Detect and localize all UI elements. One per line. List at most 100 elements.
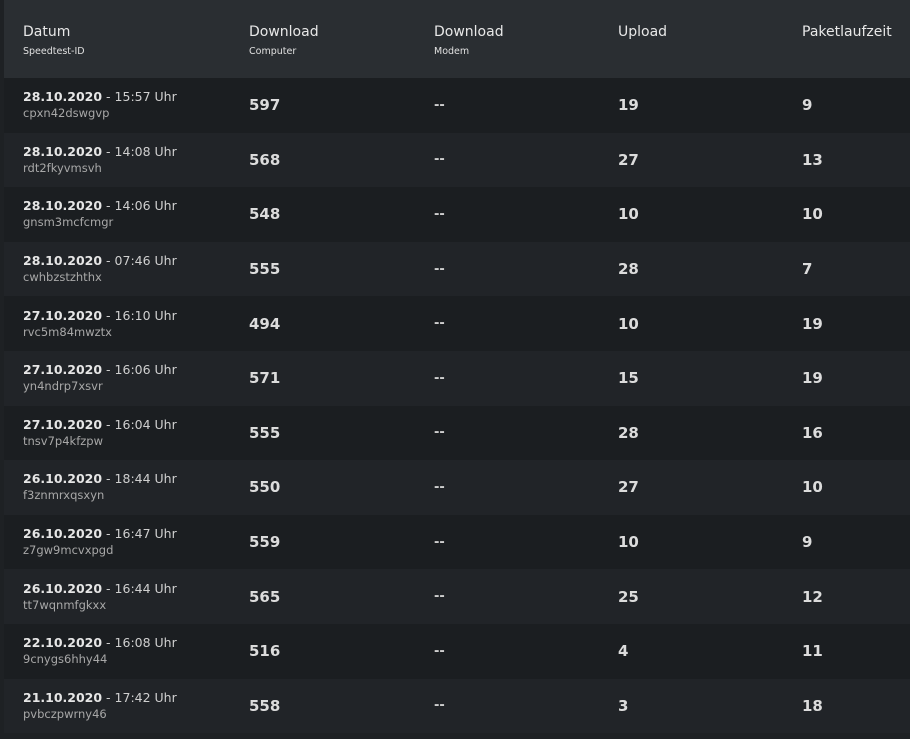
table-row[interactable]: 27.10.2020 - 16:10 Uhr rvc5m84mwztx 494 -- 1… [4,296,910,351]
upload-cell: 27 [618,460,639,515]
date-text: 27.10.2020 [23,416,103,432]
header-upload[interactable]: Upload [618,23,667,41]
date-text: 28.10.2020 [23,89,103,105]
download-computer-value: 565 [249,587,281,606]
date-cell: 22.10.2020 - 16:08 Uhr 9cnygs6hhy44 [23,624,177,679]
datetime: 27.10.2020 - 16:06 Uhr [23,362,177,378]
upload-value: 10 [618,314,639,333]
ping-cell: 19 [802,296,823,351]
download-computer-cell: 568 [249,133,280,188]
table-body: 28.10.2020 - 15:57 Uhr cpxn42dswgvp 597 -- 1… [4,78,910,734]
download-computer-cell: 571 [249,351,280,406]
download-modem-value: -- [434,479,445,495]
datetime: 26.10.2020 - 18:44 Uhr [23,471,177,487]
ping-cell: 9 [802,515,812,570]
time-text: - 14:06 Uhr [102,198,177,214]
download-computer-value: 571 [249,369,281,388]
ping-value: 7 [802,260,813,279]
date-cell: 27.10.2020 - 16:06 Uhr yn4ndrp7xsvr [23,351,177,406]
speedtest-id: gnsm3mcfcmgr [23,215,114,230]
date-cell: 26.10.2020 - 16:47 Uhr z7gw9mcvxpgd [23,515,177,570]
time-text: - 16:08 Uhr [102,635,177,651]
download-computer-cell: 550 [249,460,280,515]
download-computer-value: 516 [249,642,281,661]
table-row[interactable]: 26.10.2020 - 16:44 Uhr tt7wqnmfgkxx 565 -- 2… [4,569,910,624]
table-row[interactable]: 28.10.2020 - 07:46 Uhr cwhbzstzhthx 555 -- 2… [4,241,910,297]
ping-value: 10 [802,205,823,224]
table-row[interactable]: 22.10.2020 - 16:08 Uhr 9cnygs6hhy44 516 -- 4… [4,623,910,679]
download-modem-cell: -- [434,351,445,406]
download-modem-cell: -- [434,187,445,242]
header-ping-label: Paketlaufzeit [802,24,892,40]
datetime: 22.10.2020 - 16:08 Uhr [23,635,177,651]
download-modem-cell: -- [434,133,445,188]
header-download-computer[interactable]: Download Computer [249,23,319,59]
date-cell: 21.10.2020 - 17:42 Uhr pvbczpwrny46 [23,679,177,734]
date-text: 28.10.2020 [23,253,103,269]
download-computer-value: 555 [249,260,281,279]
date-text: 28.10.2020 [23,143,103,159]
download-modem-cell: -- [434,679,445,734]
header-ping[interactable]: Paketlaufzeit [802,23,892,41]
date-cell: 26.10.2020 - 18:44 Uhr f3znmrxqsxyn [23,460,177,515]
upload-cell: 19 [618,78,639,133]
table-row[interactable]: 28.10.2020 - 14:06 Uhr gnsm3mcfcmgr 548 -- 1… [4,187,910,242]
ping-cell: 10 [802,187,823,242]
header-download-modem[interactable]: Download Modem [434,23,504,59]
date-cell: 28.10.2020 - 07:46 Uhr cwhbzstzhthx [23,242,177,297]
date-cell: 27.10.2020 - 16:04 Uhr tnsv7p4kfzpw [23,406,177,461]
date-text: 26.10.2020 [23,580,103,596]
speedtest-id: pvbczpwrny46 [23,706,107,721]
download-computer-value: 494 [249,314,281,333]
header-download-computer-label: Download [249,24,319,40]
header-date[interactable]: Datum Speedtest-ID [23,23,85,59]
datetime: 27.10.2020 - 16:10 Uhr [23,308,177,324]
time-text: - 18:44 Uhr [102,471,177,487]
speedtest-id: rvc5m84mwztx [23,324,112,339]
download-computer-value: 568 [249,150,281,169]
upload-value: 19 [618,96,639,115]
ping-value: 16 [802,423,823,442]
datetime: 27.10.2020 - 16:04 Uhr [23,417,177,433]
table-row[interactable]: 21.10.2020 - 17:42 Uhr pvbczpwrny46 558 -- 3… [4,678,910,734]
header-download-modem-label: Download [434,24,504,40]
upload-value: 15 [618,369,639,388]
ping-cell: 10 [802,460,823,515]
table-row[interactable]: 28.10.2020 - 15:57 Uhr cpxn42dswgvp 597 -- 1… [4,78,910,133]
download-modem-value: -- [434,534,445,550]
ping-value: 13 [802,150,823,169]
download-computer-cell: 597 [249,78,280,133]
ping-cell: 18 [802,679,823,734]
upload-value: 25 [618,587,639,606]
header-date-label: Datum [23,24,71,40]
upload-value: 10 [618,533,639,552]
table-row[interactable]: 26.10.2020 - 16:47 Uhr z7gw9mcvxpgd 559 -- 1… [4,514,910,570]
download-computer-value: 559 [249,533,281,552]
date-text: 22.10.2020 [23,635,103,651]
datetime: 28.10.2020 - 14:06 Uhr [23,198,177,214]
download-modem-cell: -- [434,569,445,624]
upload-cell: 3 [618,679,628,734]
header-download-modem-sublabel: Modem [434,46,470,57]
ping-value: 10 [802,478,823,497]
upload-value: 4 [618,642,629,661]
upload-cell: 27 [618,133,639,188]
ping-cell: 13 [802,133,823,188]
download-computer-cell: 548 [249,187,280,242]
table-row[interactable]: 26.10.2020 - 18:44 Uhr f3znmrxqsxyn 550 -- 2… [4,460,910,515]
table-row[interactable]: 27.10.2020 - 16:04 Uhr tnsv7p4kfzpw 555 -- 2… [4,405,910,461]
download-modem-value: -- [434,316,445,332]
download-modem-value: -- [434,698,445,714]
ping-cell: 19 [802,351,823,406]
table-row[interactable]: 27.10.2020 - 16:06 Uhr yn4ndrp7xsvr 571 -- 1… [4,350,910,406]
date-cell: 28.10.2020 - 14:06 Uhr gnsm3mcfcmgr [23,187,177,242]
table-row[interactable]: 28.10.2020 - 14:08 Uhr rdt2fkyvmsvh 568 -- 2… [4,132,910,188]
download-modem-cell: -- [434,406,445,461]
datetime: 28.10.2020 - 15:57 Uhr [23,89,177,105]
download-computer-value: 550 [249,478,281,497]
upload-value: 27 [618,478,639,497]
header-download-computer-sublabel: Computer [249,46,297,57]
download-modem-cell: -- [434,296,445,351]
ping-cell: 11 [802,624,823,679]
ping-value: 9 [802,533,813,552]
